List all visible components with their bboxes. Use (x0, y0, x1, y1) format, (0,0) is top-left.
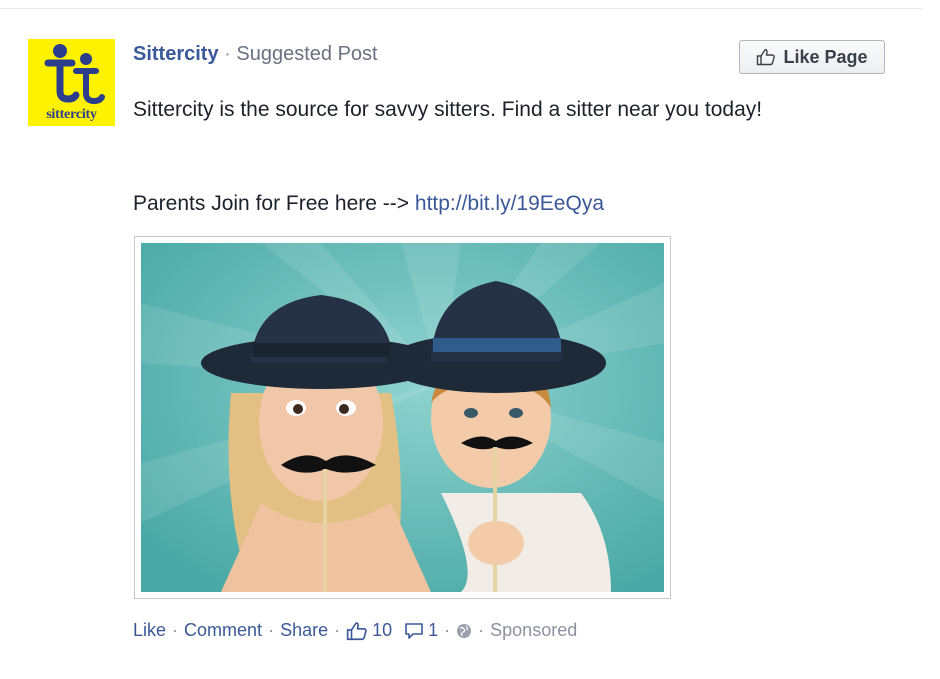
post-header: Sittercity · Suggested Post (133, 43, 378, 66)
footer-separator: · (444, 620, 451, 640)
share-link[interactable]: Share (280, 620, 328, 641)
top-divider (0, 8, 922, 9)
header-separator: · (224, 43, 231, 65)
footer-separator: · (334, 620, 341, 640)
sittercity-logo-icon (44, 44, 105, 105)
thumbs-up-icon (346, 621, 367, 640)
page-avatar[interactable]: sittercity (28, 39, 115, 126)
post-body-text: Sittercity is the source for savvy sitte… (133, 98, 763, 121)
avatar-logo-text: sittercity (46, 107, 97, 122)
like-page-label: Like Page (783, 46, 868, 67)
cta-text: Parents Join for Free here --> (133, 192, 410, 215)
footer-separator: · (172, 620, 179, 640)
globe-icon (457, 623, 472, 638)
like-link[interactable]: Like (133, 620, 166, 641)
comment-link[interactable]: Comment (184, 620, 262, 641)
page-name-link[interactable]: Sittercity (133, 43, 219, 65)
cta-link[interactable]: http://bit.ly/19EeQya (415, 192, 604, 215)
footer-separator: · (478, 620, 485, 640)
comments-count[interactable]: 1 (404, 620, 438, 641)
footer-separator: · (268, 620, 275, 640)
thumbs-up-icon (757, 49, 776, 66)
post-photo[interactable] (134, 236, 671, 599)
post-cta-line: Parents Join for Free here --> http://bi… (133, 189, 604, 219)
speech-bubble-icon (405, 622, 423, 639)
sponsored-label: Sponsored (490, 620, 578, 640)
like-page-button[interactable]: Like Page (739, 40, 885, 74)
comments-count-value: 1 (428, 620, 439, 640)
post-footer: Like · Comment · Share · 10 1 · · Sponso… (133, 620, 577, 641)
likes-count[interactable]: 10 (346, 620, 392, 641)
likes-count-value: 10 (372, 620, 393, 640)
post-type-label: Suggested Post (236, 43, 378, 65)
photo-woman-and-child-with-mustaches (141, 243, 664, 592)
